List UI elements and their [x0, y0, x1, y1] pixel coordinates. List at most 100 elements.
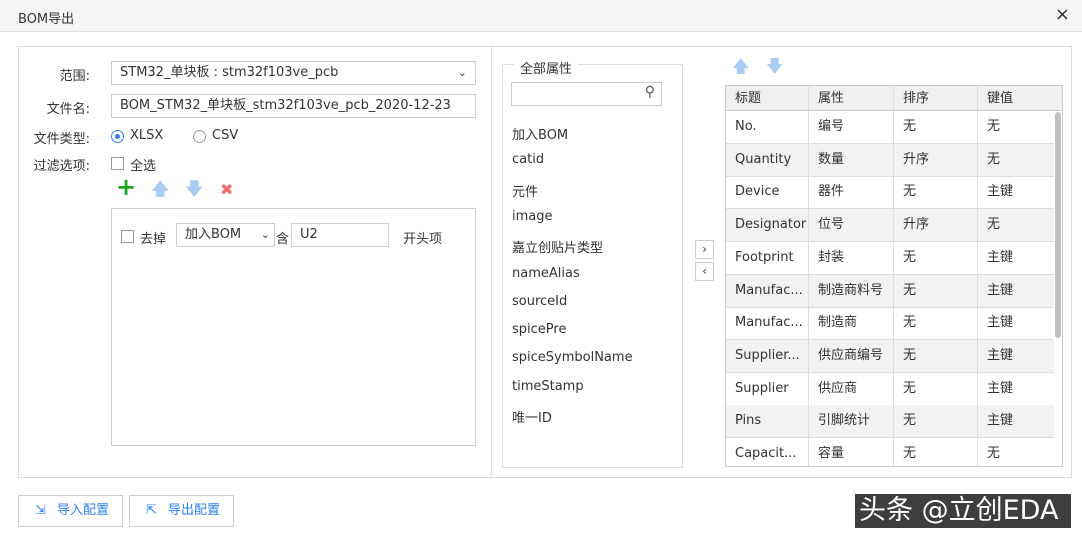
- attribute-item[interactable]: spicePre: [512, 322, 566, 337]
- export-config-label: 导出配置: [168, 503, 221, 518]
- cell-key[interactable]: 主键: [978, 242, 1054, 274]
- cell-key[interactable]: 主键: [978, 405, 1054, 437]
- cell-attribute: 制造商料号: [809, 274, 894, 307]
- cell-sort[interactable]: 无: [894, 111, 978, 143]
- range-select[interactable]: STM32_单块板 : stm32f103ve_pcb ⌄: [111, 61, 476, 85]
- table-row[interactable]: Quantity 数量 升序无: [726, 143, 1054, 177]
- filename-input[interactable]: BOM_STM32_单块板_stm32f103ve_pcb_2020-12-23: [111, 94, 476, 118]
- cell-key[interactable]: 主键: [978, 275, 1054, 307]
- remove-label: 去掉: [140, 232, 167, 247]
- rule-text-input[interactable]: U2: [291, 223, 389, 247]
- arrow-down-icon[interactable]: 🡇: [766, 58, 783, 76]
- table-row[interactable]: Device 器件无主键: [726, 176, 1054, 210]
- delete-icon[interactable]: ✖: [220, 181, 233, 199]
- table-row[interactable]: Manufac... 制造商料号无主键: [726, 274, 1054, 308]
- cell-sort[interactable]: 无: [894, 405, 978, 438]
- panel-divider: [491, 46, 492, 478]
- cell-sort[interactable]: 无: [894, 339, 978, 372]
- cell-title: Manufac...: [726, 274, 809, 307]
- attribute-item[interactable]: 加入BOM: [512, 124, 568, 143]
- cell-title: Supplier: [726, 372, 809, 405]
- cell-key[interactable]: 主键: [978, 176, 1054, 208]
- table-row[interactable]: Supplier... 供应商编号无主键: [726, 339, 1054, 373]
- cell-sort[interactable]: 无: [894, 176, 978, 209]
- export-icon: ⇱: [146, 503, 157, 518]
- table-row[interactable]: No. 编号无无: [726, 111, 1054, 144]
- cell-attribute: 容量: [809, 438, 894, 466]
- cell-sort[interactable]: 无: [894, 307, 978, 340]
- select-all-label: 全选: [130, 159, 157, 174]
- table-row[interactable]: Supplier 供应商无主键: [726, 372, 1054, 406]
- table-row[interactable]: Capacit... 容量无无: [726, 438, 1054, 466]
- header-attribute: 属性: [809, 86, 894, 110]
- table-row[interactable]: Manufac... 制造商无主键: [726, 307, 1054, 341]
- columns-table: 标题 属性 排序 键值 No. 编号无无 Quantity 数量 升序无 Device 器件…: [725, 85, 1063, 467]
- select-all-checkbox[interactable]: [111, 157, 124, 170]
- cell-key[interactable]: 无: [978, 209, 1054, 241]
- filetype-label: 文件类型:: [33, 132, 90, 147]
- arrow-up-icon[interactable]: 🡅: [151, 181, 170, 199]
- add-icon[interactable]: +: [116, 175, 136, 199]
- cell-attribute: 引脚统计: [809, 405, 894, 438]
- cell-attribute: 位号: [809, 209, 894, 242]
- xlsx-radio[interactable]: [111, 130, 124, 143]
- dialog-title: BOM导出: [18, 12, 75, 27]
- suffix-label: 开头项: [403, 232, 443, 247]
- attribute-item[interactable]: nameAlias: [512, 266, 580, 281]
- cell-sort[interactable]: 升序: [894, 143, 978, 176]
- xlsx-label: XLSX: [130, 128, 164, 143]
- header-key: 键值: [987, 91, 1014, 106]
- table-row[interactable]: Pins 引脚统计无主键: [726, 405, 1054, 439]
- cell-sort[interactable]: 升序: [894, 209, 978, 242]
- rule-text-value: U2: [300, 227, 318, 242]
- cell-title: Capacit...: [726, 438, 809, 466]
- export-config-button[interactable]: ⇱ 导出配置: [129, 495, 234, 527]
- range-label: 范围:: [59, 69, 90, 84]
- arrow-down-icon[interactable]: 🡇: [185, 181, 204, 199]
- attribute-item[interactable]: spiceSymbolName: [512, 350, 633, 365]
- cell-key[interactable]: 无: [978, 144, 1054, 176]
- cell-key[interactable]: 主键: [978, 307, 1054, 339]
- contains-label: 含: [276, 232, 290, 247]
- cell-key[interactable]: 无: [978, 438, 1054, 466]
- watermark: 头条 @立创EDA: [855, 494, 1071, 528]
- csv-radio[interactable]: [193, 130, 206, 143]
- cell-sort[interactable]: 无: [894, 438, 978, 466]
- attribute-item[interactable]: image: [512, 209, 553, 224]
- search-icon[interactable]: ⚲: [645, 84, 655, 100]
- attributes-legend: 全部属性: [514, 58, 579, 77]
- cell-attribute: 器件: [809, 176, 894, 209]
- cell-key[interactable]: 主键: [978, 340, 1054, 372]
- range-value: STM32_单块板 : stm32f103ve_pcb: [120, 65, 339, 80]
- dialog-titlebar: BOM导出 ×: [0, 0, 1082, 32]
- header-title: 标题: [726, 86, 809, 110]
- cell-attribute: 供应商: [809, 372, 894, 405]
- attribute-search-input[interactable]: ⚲: [511, 82, 662, 106]
- rule-field-select[interactable]: 加入BOM ⌄: [176, 223, 275, 247]
- table-row[interactable]: Footprint 封装无主键: [726, 241, 1054, 275]
- arrow-up-icon[interactable]: 🡅: [732, 58, 749, 76]
- cell-sort[interactable]: 无: [894, 372, 978, 405]
- import-config-button[interactable]: ⇲ 导入配置: [18, 495, 123, 527]
- cell-title: Pins: [726, 405, 809, 438]
- remove-checkbox[interactable]: [121, 230, 134, 243]
- close-icon[interactable]: ×: [1055, 5, 1070, 25]
- attribute-item[interactable]: 嘉立创贴片类型: [512, 237, 603, 256]
- attribute-item[interactable]: sourceId: [512, 294, 567, 309]
- attribute-item[interactable]: 唯一ID: [512, 407, 552, 426]
- attribute-item[interactable]: timeStamp: [512, 379, 584, 394]
- move-right-button[interactable]: ›: [695, 240, 714, 259]
- cell-sort[interactable]: 无: [894, 241, 978, 274]
- cell-key[interactable]: 主键: [978, 373, 1054, 405]
- cell-attribute: 供应商编号: [809, 339, 894, 372]
- table-row[interactable]: Designator 位号 升序无: [726, 209, 1054, 243]
- attribute-item[interactable]: catid: [512, 152, 544, 167]
- cell-key[interactable]: 无: [978, 111, 1054, 143]
- table-scrollbar[interactable]: [1055, 112, 1061, 338]
- cell-title: No.: [726, 111, 809, 143]
- cell-title: Device: [726, 176, 809, 209]
- attribute-item[interactable]: 元件: [512, 181, 538, 200]
- cell-sort[interactable]: 无: [894, 274, 978, 307]
- cell-title: Manufac...: [726, 307, 809, 340]
- move-left-button[interactable]: ‹: [695, 262, 714, 281]
